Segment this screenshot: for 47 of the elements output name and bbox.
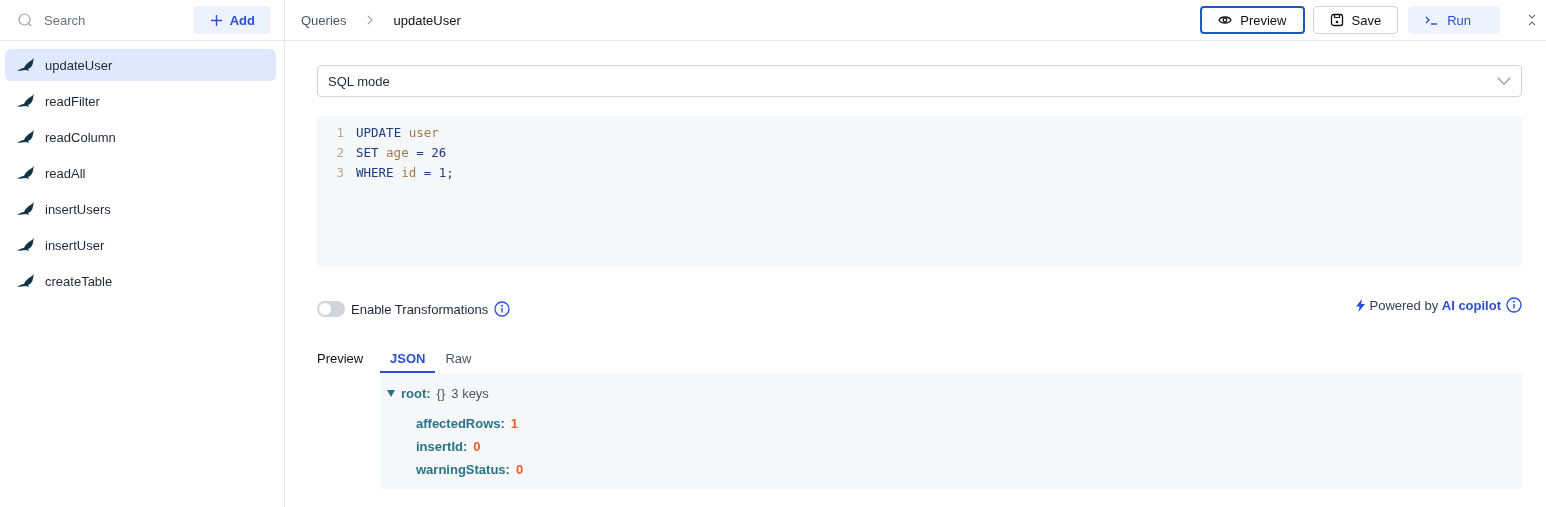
- save-button[interactable]: Save: [1312, 6, 1399, 34]
- add-button[interactable]: Add: [192, 6, 271, 34]
- json-key: root:: [401, 385, 431, 401]
- chevron-down-icon: [1497, 77, 1511, 85]
- json-value: 0: [515, 461, 524, 477]
- tab[interactable]: Raw: [435, 345, 482, 373]
- expand-caret[interactable]: [387, 389, 395, 397]
- line-number: 3: [335, 164, 344, 180]
- query-item[interactable]: createTable: [5, 265, 276, 297]
- query-item[interactable]: readAll: [5, 157, 276, 189]
- query-item[interactable]: readColumn: [5, 121, 276, 153]
- preview-label: Preview: [317, 350, 365, 368]
- caret-down-icon: [387, 389, 395, 397]
- breadcrumb-item: updateUser: [393, 12, 461, 28]
- collapse-icon[interactable]: [1528, 14, 1536, 26]
- toggle-label: Enable Transformations: [351, 301, 489, 317]
- query-item[interactable]: insertUser: [5, 229, 276, 261]
- code-line: SET age = 26: [356, 144, 448, 160]
- code-line: UPDATE user: [356, 124, 440, 140]
- search-icon: [18, 13, 32, 27]
- eye-icon: [1218, 13, 1233, 27]
- line-number: 1: [335, 124, 344, 140]
- plus-icon: [210, 14, 222, 26]
- json-value: 0: [473, 438, 481, 454]
- code-line: WHERE id = 1;: [356, 164, 455, 180]
- mode-select[interactable]: SQL mode: [317, 65, 1522, 97]
- run-button[interactable]: Run: [1408, 6, 1500, 34]
- info-icon[interactable]: [1506, 297, 1522, 313]
- breadcrumb-item[interactable]: Queries: [301, 12, 347, 28]
- json-key: warningStatus:: [416, 461, 510, 477]
- lightning-icon: [1355, 298, 1365, 312]
- query-item[interactable]: insertUsers: [5, 193, 276, 225]
- info-icon[interactable]: [494, 301, 511, 317]
- toggle-switch[interactable]: [317, 301, 345, 317]
- json-key: affectedRows:: [416, 415, 505, 431]
- chevron-right-icon: [366, 15, 374, 25]
- json-key: insertId:: [416, 438, 468, 454]
- query-item[interactable]: readFilter: [5, 85, 276, 117]
- query-item[interactable]: updateUser: [5, 49, 276, 81]
- save-icon: [1329, 13, 1344, 27]
- copilot-text: Powered by AI copilot: [1369, 297, 1501, 313]
- key-count: 3 keys: [451, 385, 489, 401]
- json-value: 1: [510, 415, 519, 431]
- code-editor[interactable]: 1 UPDATE user 2 SET age = 26 3 WHERE id = 1;: [317, 116, 1522, 267]
- line-number: 2: [335, 144, 344, 160]
- json-type: {}: [436, 385, 446, 401]
- preview-button[interactable]: Preview: [1200, 6, 1305, 34]
